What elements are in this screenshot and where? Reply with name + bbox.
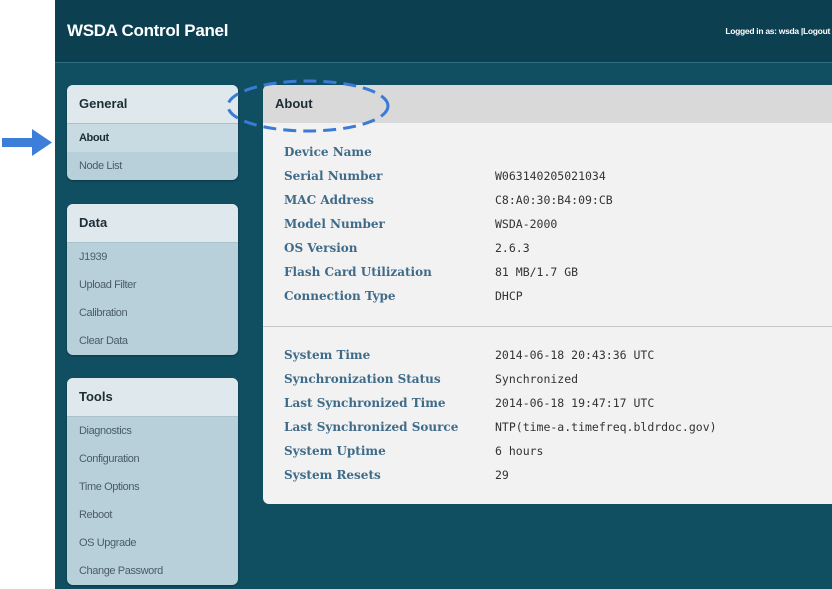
annotation-ellipse-icon — [226, 79, 390, 133]
info-label: MAC Address — [284, 193, 374, 207]
menu-item-about[interactable]: About — [67, 124, 238, 152]
info-row-os-version: OS Version 2.6.3 — [263, 237, 832, 259]
menu-general: General About Node List — [67, 85, 238, 180]
info-value: 29 — [495, 468, 509, 482]
info-label: Device Name — [284, 145, 372, 159]
info-value: 2.6.3 — [495, 241, 530, 255]
info-value: 2014-06-18 19:47:17 UTC — [495, 396, 655, 410]
logged-in-text: Logged in as: wsda — [725, 26, 799, 36]
menu-item-clear-data[interactable]: Clear Data — [67, 327, 238, 355]
info-label: Flash Card Utilization — [284, 265, 432, 279]
menu-data-title: Data — [67, 204, 238, 243]
info-label: Serial Number — [284, 169, 383, 183]
info-label: Synchronization Status — [284, 372, 441, 386]
info-value: WSDA-2000 — [495, 217, 558, 231]
info-row-synchronization-status: Synchronization Status Synchronized — [263, 368, 832, 390]
info-label: OS Version — [284, 241, 358, 255]
info-label: Connection Type — [284, 289, 396, 303]
menu-item-configuration[interactable]: Configuration — [67, 445, 238, 473]
info-value: DHCP — [495, 289, 523, 303]
info-row-flash-card-utilization: Flash Card Utilization 81 MB/1.7 GB — [263, 261, 832, 283]
section-divider — [263, 326, 832, 327]
info-value: 2014-06-18 20:43:36 UTC — [495, 348, 655, 362]
app-title: WSDA Control Panel — [67, 21, 229, 40]
info-value: 81 MB/1.7 GB — [495, 265, 579, 279]
info-row-system-time: System Time 2014-06-18 20:43:36 UTC — [263, 344, 832, 366]
about-panel: About Device Name Serial Number W0631402… — [263, 85, 832, 504]
info-value: Synchronized — [495, 372, 579, 386]
menu-tools: Tools Diagnostics Configuration Time Opt… — [67, 378, 238, 585]
info-row-last-synchronized-time: Last Synchronized Time 2014-06-18 19:47:… — [263, 392, 832, 414]
menu-item-change-password[interactable]: Change Password — [67, 557, 238, 585]
app-window: WSDA Control Panel Logged in as: wsda |L… — [55, 0, 832, 589]
info-row-system-uptime: System Uptime 6 hours — [263, 440, 832, 462]
info-label: Model Number — [284, 217, 385, 231]
info-row-device-name: Device Name — [263, 141, 832, 163]
logout-link[interactable]: Logout — [803, 26, 830, 36]
menu-item-reboot[interactable]: Reboot — [67, 501, 238, 529]
menu-item-j1939[interactable]: J1939 — [67, 243, 238, 271]
info-label: System Time — [284, 348, 371, 362]
menu-item-calibration[interactable]: Calibration — [67, 299, 238, 327]
info-label: System Uptime — [284, 444, 386, 458]
info-label: Last Synchronized Time — [284, 396, 446, 410]
menu-item-os-upgrade[interactable]: OS Upgrade — [67, 529, 238, 557]
info-value: C8:A0:30:B4:09:CB — [495, 193, 613, 207]
menu-tools-title: Tools — [67, 378, 238, 417]
menu-item-time-options[interactable]: Time Options — [67, 473, 238, 501]
info-row-model-number: Model Number WSDA-2000 — [263, 213, 832, 235]
info-label: System Resets — [284, 468, 381, 482]
info-row-last-synchronized-source: Last Synchronized Source NTP(time-a.time… — [263, 416, 832, 438]
top-bar: WSDA Control Panel Logged in as: wsda |L… — [55, 0, 832, 63]
info-row-mac-address: MAC Address C8:A0:30:B4:09:CB — [263, 189, 832, 211]
info-label: Last Synchronized Source — [284, 420, 459, 434]
menu-data: Data J1939 Upload Filter Calibration Cle… — [67, 204, 238, 355]
info-value: NTP(time-a.timefreq.bldrdoc.gov) — [495, 420, 717, 434]
menu-item-node-list[interactable]: Node List — [67, 152, 238, 180]
info-value: W063140205021034 — [495, 169, 606, 183]
info-row-connection-type: Connection Type DHCP — [263, 285, 832, 307]
annotation-arrow-icon — [2, 129, 52, 156]
user-status: Logged in as: wsda |Logout — [725, 26, 830, 36]
info-value: 6 hours — [495, 444, 544, 458]
menu-item-upload-filter[interactable]: Upload Filter — [67, 271, 238, 299]
menu-item-diagnostics[interactable]: Diagnostics — [67, 417, 238, 445]
info-row-system-resets: System Resets 29 — [263, 464, 832, 486]
menu-general-title: General — [67, 85, 238, 124]
info-row-serial-number: Serial Number W063140205021034 — [263, 165, 832, 187]
